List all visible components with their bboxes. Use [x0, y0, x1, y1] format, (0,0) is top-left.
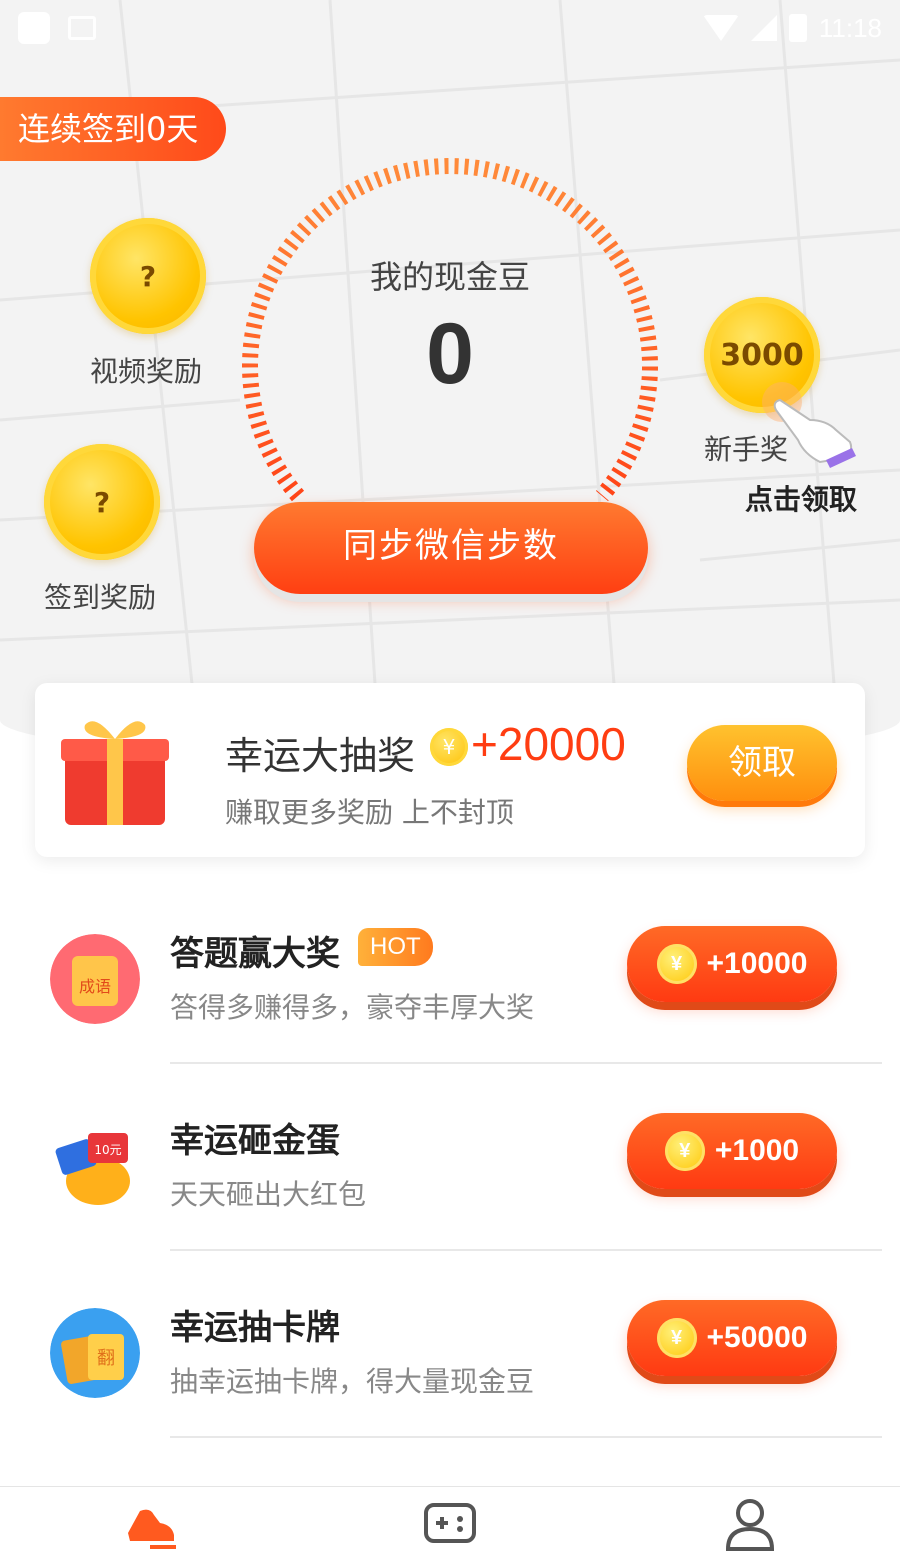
coin-icon: ¥: [430, 728, 468, 766]
task-item-golden-egg[interactable]: 10元 幸运砸金蛋 天天砸出大红包 ¥ +1000: [0, 1077, 900, 1264]
video-reward-coin-text: ?: [139, 259, 157, 293]
card-flip-icon: 翻: [50, 1308, 140, 1398]
checkin-reward-coin-text: ?: [93, 485, 111, 519]
divider: [170, 1062, 882, 1064]
coin-icon: ¥: [656, 1318, 697, 1358]
wifi-icon: [702, 15, 739, 41]
task-title: 答题赢大奖: [170, 934, 340, 974]
golden-egg-icon-text: 10元: [94, 1143, 121, 1157]
checkin-streak-badge[interactable]: 连续签到0天: [0, 97, 226, 161]
lottery-claim-button[interactable]: 领取: [687, 725, 837, 801]
gamepad-icon[interactable]: [420, 1493, 480, 1553]
task-reward-amount: +10000: [706, 947, 808, 980]
gallery-icon: [68, 16, 96, 40]
idiom-quiz-icon-text: 成语: [79, 977, 111, 996]
battery-icon: [788, 14, 807, 42]
task-reward-button[interactable]: ¥ +50000: [627, 1300, 837, 1376]
lottery-card[interactable]: 幸运大抽奖 ¥ +20000 赚取更多奖励 上不封顶 领取: [35, 683, 865, 857]
lottery-amount: +20000: [471, 718, 626, 770]
notification-icon: [18, 12, 50, 44]
signal-icon: [750, 15, 777, 41]
coin-icon: ¥: [664, 1131, 705, 1171]
newbie-claim-tip[interactable]: 点击领取: [745, 478, 857, 518]
golden-egg-icon: 10元: [55, 1133, 130, 1205]
checkin-reward-label: 签到奖励: [44, 581, 157, 614]
coin-icon: ¥: [656, 944, 697, 984]
sync-wechat-steps-button[interactable]: 同步微信步数: [254, 502, 648, 594]
balance-title: 我的现金豆: [369, 258, 530, 296]
status-bar: 11:18: [0, 0, 900, 56]
task-item-quiz[interactable]: 成语 答题赢大奖 HOT 答得多赚得多，豪夺丰厚大奖 ¥ +10000: [0, 890, 900, 1077]
newbie-reward-coin-text: 3000: [720, 337, 804, 373]
card-flip-icon-text: 翻: [97, 1348, 115, 1369]
task-title: 幸运砸金蛋: [170, 1121, 340, 1161]
task-reward-amount: +1000: [714, 1134, 800, 1167]
task-title: 幸运抽卡牌: [170, 1308, 340, 1348]
task-subtitle: 答得多赚得多，豪夺丰厚大奖: [170, 991, 535, 1024]
divider: [170, 1436, 882, 1438]
checkin-reward-coin[interactable]: ?: [44, 444, 160, 560]
task-subtitle: 抽幸运抽卡牌，得大量现金豆: [170, 1365, 535, 1398]
video-reward-label: 视频奖励: [90, 355, 203, 388]
balance-value: 0: [426, 306, 474, 402]
video-reward-coin[interactable]: ?: [90, 218, 206, 334]
lottery-subtitle: 赚取更多奖励 上不封顶: [225, 796, 514, 829]
hot-badge: HOT: [358, 928, 433, 966]
divider: [170, 1249, 882, 1251]
idiom-quiz-icon: 成语: [50, 934, 140, 1024]
task-reward-button[interactable]: ¥ +1000: [627, 1113, 837, 1189]
gift-box-icon: [61, 721, 169, 825]
task-reward-amount: +50000: [706, 1321, 808, 1354]
pointing-hand-icon: [762, 382, 856, 468]
status-time: 11:18: [818, 12, 882, 43]
task-item-card-flip[interactable]: 翻 幸运抽卡牌 抽幸运抽卡牌，得大量现金豆 ¥ +50000: [0, 1264, 900, 1451]
running-shoe-icon[interactable]: [120, 1493, 180, 1553]
bottom-tab-bar: [0, 1486, 900, 1560]
task-reward-button[interactable]: ¥ +10000: [627, 926, 837, 1002]
lottery-title: 幸运大抽奖: [225, 734, 416, 778]
task-subtitle: 天天砸出大红包: [170, 1178, 367, 1211]
user-icon[interactable]: [720, 1493, 780, 1553]
